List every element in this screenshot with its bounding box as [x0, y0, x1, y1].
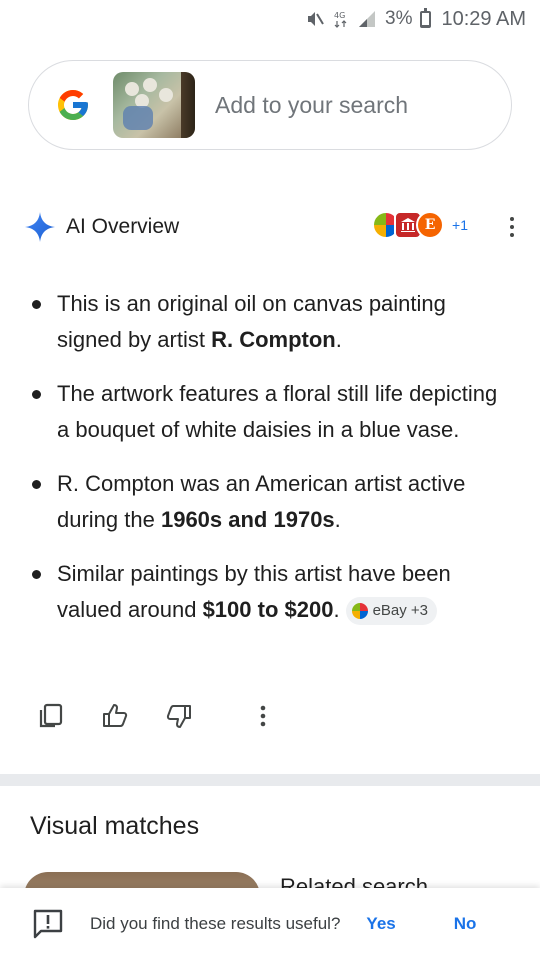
ai-overview-title: AI Overview [66, 215, 180, 238]
thumb-flower [125, 82, 139, 96]
bullet-item: R. Compton was an American artist active… [32, 466, 512, 538]
bullet-item: This is an original oil on canvas painti… [32, 286, 512, 358]
feedback-actions [36, 698, 278, 734]
ai-overview-bullets: This is an original oil on canvas painti… [32, 286, 512, 646]
etsy-source-icon[interactable]: E [416, 211, 445, 239]
thumb-flower [159, 88, 173, 102]
bullet-item: The artwork features a floral still life… [32, 376, 512, 448]
mute-icon [305, 9, 325, 29]
feedback-no-button[interactable]: No [454, 914, 477, 934]
source-chip-label: eBay +3 [372, 602, 429, 620]
feedback-icon [33, 909, 63, 939]
ai-overview-header: AI Overview E +1 [24, 205, 524, 249]
thumb-vase [123, 106, 153, 130]
more-icon[interactable] [248, 701, 278, 731]
feedback-yes-button[interactable]: Yes [366, 914, 395, 934]
feedback-bar: Did you find these results useful? Yes N… [0, 888, 540, 960]
more-options-icon[interactable] [500, 213, 524, 241]
clock: 10:29 AM [441, 7, 526, 30]
status-bar: 4G 3% 10:29 AM [0, 0, 540, 38]
feedback-question: Did you find these results useful? [90, 914, 341, 933]
google-g-icon [58, 90, 88, 120]
thumbs-down-icon[interactable] [164, 701, 194, 731]
bullet-item: Similar paintings by this artist have be… [32, 556, 512, 628]
sparkle-icon [25, 212, 55, 242]
signal-icon [357, 9, 377, 29]
painting-thumbnail[interactable] [113, 72, 195, 138]
thumb-frame [181, 72, 195, 138]
battery-icon [420, 7, 432, 28]
copy-icon[interactable] [36, 701, 66, 731]
sources-count[interactable]: +1 [452, 217, 468, 233]
svg-text:4G: 4G [334, 11, 345, 20]
thumb-flower [143, 78, 157, 92]
data-icon: 4G [333, 9, 349, 29]
visual-matches-title: Visual matches [30, 812, 200, 840]
search-bar[interactable]: Add to your search [28, 60, 512, 150]
section-divider [0, 774, 540, 786]
battery-percent: 3% [385, 8, 413, 29]
source-icons[interactable]: E +1 [372, 211, 468, 239]
search-placeholder[interactable]: Add to your search [215, 92, 408, 119]
source-chip[interactable]: eBay +3 [345, 597, 438, 626]
ebay-icon [351, 603, 368, 620]
thumbs-up-icon[interactable] [100, 701, 130, 731]
